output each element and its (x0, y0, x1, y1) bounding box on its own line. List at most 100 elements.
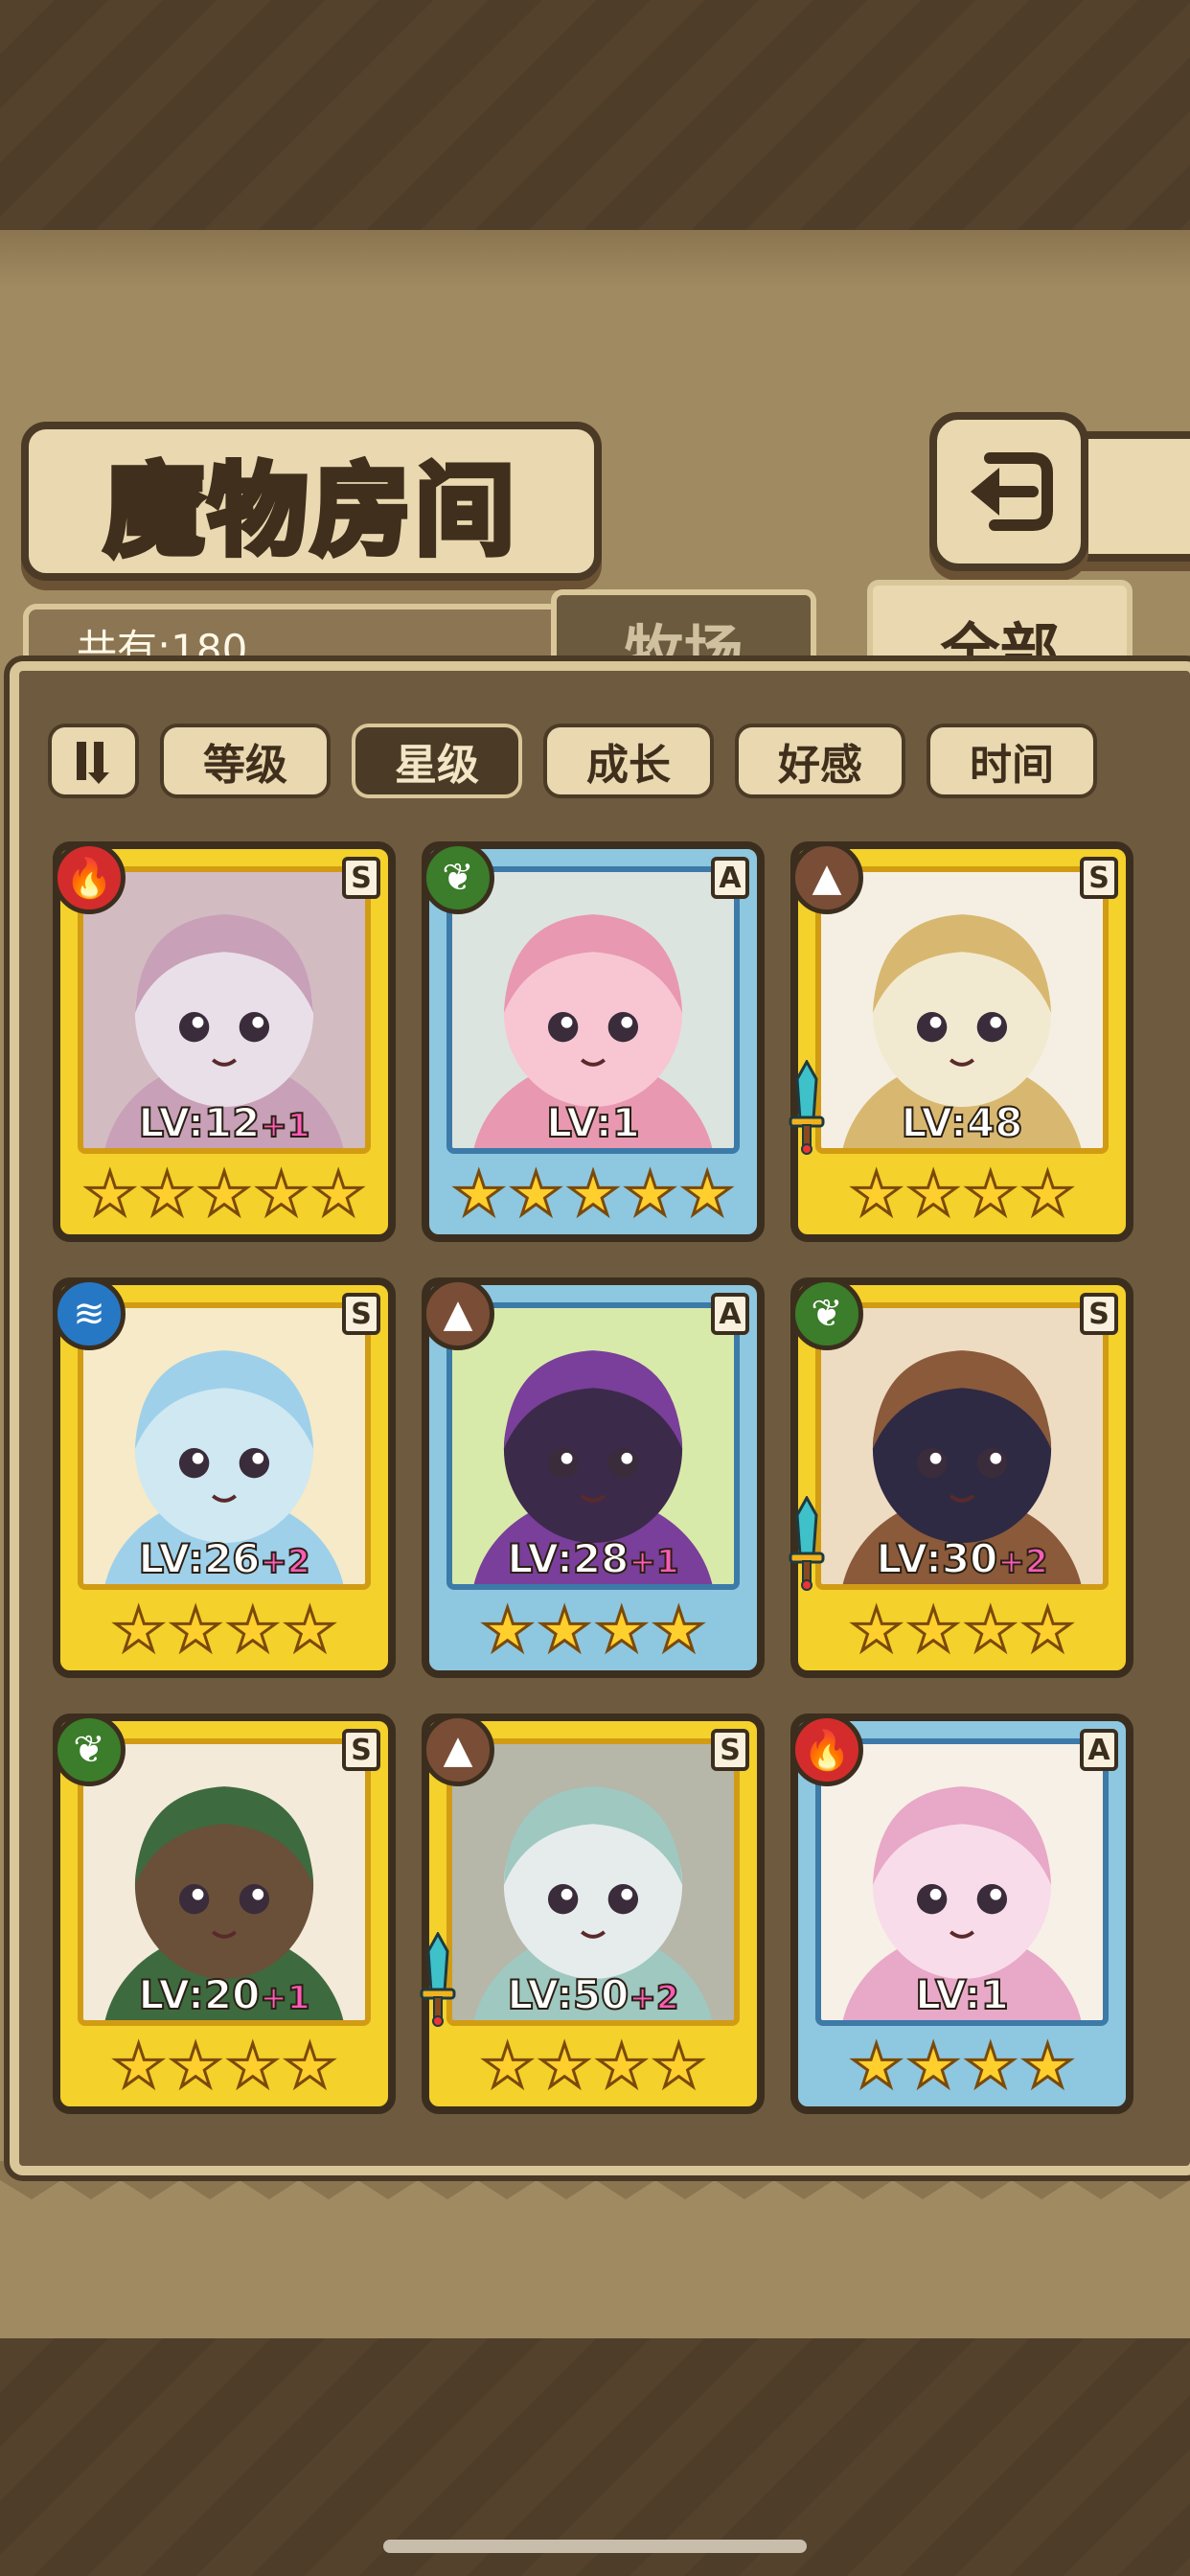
star-icon: ★ (565, 1158, 622, 1230)
monster-card[interactable]: ❦ S LV:30+2 ★ ★ ★ ★ (789, 1277, 1133, 1678)
level-bonus: +1 (628, 1542, 679, 1582)
rank-badge: S (342, 1729, 380, 1771)
sort-time-label: 时间 (970, 741, 1054, 790)
sort-bar: 等级 星级 成长 好感 时间 (48, 724, 1150, 800)
monster-card[interactable]: ▲ A LV:28+1 ★ ★ ★ ★ (422, 1277, 765, 1678)
rank-badge: S (342, 857, 380, 899)
star-rating: ★ ★ ★ ★ ★ (429, 1158, 757, 1230)
monster-level: LV:12+1 (60, 1098, 388, 1147)
sword-icon (789, 1060, 825, 1155)
star-icon: ★ (963, 2030, 1019, 2102)
star-icon: ★ (168, 2030, 224, 2102)
sort-star-label: 星级 (395, 741, 479, 790)
star-icon: ★ (168, 1594, 224, 1666)
star-icon: ★ (282, 2030, 338, 2102)
water-element-icon: ≋ (53, 1277, 126, 1350)
star-icon: ★ (905, 1158, 962, 1230)
star-icon: ★ (622, 1158, 678, 1230)
title-plate: 魔物房间 (21, 422, 602, 581)
monster-level: LV:50+2 (429, 1970, 757, 2019)
star-icon: ★ (110, 2030, 167, 2102)
sort-growth-button[interactable]: 成长 (543, 724, 714, 798)
monster-card[interactable]: 🔥 S LV:12+1 ★ ★ ★ ★ ★ (53, 841, 396, 1242)
sort-affection-button[interactable]: 好感 (735, 724, 905, 798)
home-indicator[interactable] (383, 2540, 807, 2553)
fire-element-icon: 🔥 (790, 1714, 863, 1786)
rank-badge: S (711, 1729, 749, 1771)
level-text: LV:12 (138, 1098, 262, 1147)
rank-badge: S (1080, 1293, 1118, 1335)
earth-element-icon: ▲ (422, 1277, 494, 1350)
level-text: LV:1 (545, 1098, 641, 1147)
star-rating: ★ ★ ★ ★ (798, 2030, 1126, 2102)
back-arrow-icon (971, 452, 1053, 531)
monster-card[interactable]: ❦ S LV:20+1 ★ ★ ★ ★ (53, 1714, 396, 2114)
earth-element-icon: ▲ (790, 841, 863, 914)
sword-icon (420, 1932, 456, 2027)
level-bonus: +1 (259, 1978, 310, 2018)
star-icon: ★ (110, 1594, 167, 1666)
earth-element-icon: ▲ (422, 1714, 494, 1786)
star-rating: ★ ★ ★ ★ (60, 2030, 388, 2102)
star-icon: ★ (479, 2030, 536, 2102)
star-rating: ★ ★ ★ ★ (60, 1594, 388, 1666)
monster-card[interactable]: ▲ S LV:48 ★ ★ ★ ★ (789, 841, 1133, 1242)
leaf-element-icon: ❦ (422, 841, 494, 914)
sort-star-button[interactable]: 星级 (352, 724, 522, 798)
monster-level: LV:1 (798, 1970, 1126, 2019)
level-text: LV:26 (138, 1534, 262, 1583)
monster-card[interactable]: ≋ S LV:26+2 ★ ★ ★ ★ (53, 1277, 396, 1678)
star-icon: ★ (537, 2030, 593, 2102)
leaf-element-icon: ❦ (790, 1277, 863, 1350)
level-bonus: +2 (996, 1542, 1048, 1582)
level-text: LV:50 (507, 1970, 630, 2019)
star-icon: ★ (451, 1158, 508, 1230)
sort-direction-icon (76, 742, 109, 784)
star-icon: ★ (848, 1594, 904, 1666)
star-icon: ★ (651, 2030, 707, 2102)
star-icon: ★ (848, 2030, 904, 2102)
star-icon: ★ (594, 1594, 651, 1666)
sort-level-button[interactable]: 等级 (160, 724, 331, 798)
star-icon: ★ (508, 1158, 564, 1230)
star-icon: ★ (651, 1594, 707, 1666)
monster-level: LV:48 (798, 1098, 1126, 1147)
level-bonus: +2 (259, 1542, 310, 1582)
star-icon: ★ (594, 2030, 651, 2102)
sword-icon (789, 1496, 825, 1591)
star-icon: ★ (225, 1594, 282, 1666)
top-background (0, 0, 1190, 230)
sort-toggle-button[interactable] (48, 724, 139, 798)
star-icon: ★ (225, 2030, 282, 2102)
sort-level-label: 等级 (203, 741, 287, 790)
star-rating: ★ ★ ★ ★ ★ (60, 1158, 388, 1230)
star-icon: ★ (1019, 1594, 1076, 1666)
fire-element-icon: 🔥 (53, 841, 126, 914)
level-text: LV:48 (901, 1098, 1024, 1147)
level-text: LV:28 (507, 1534, 630, 1583)
star-icon: ★ (253, 1158, 309, 1230)
monster-level: LV:1 (429, 1098, 757, 1147)
star-icon: ★ (905, 2030, 962, 2102)
sort-growth-label: 成长 (586, 741, 671, 790)
star-icon: ★ (848, 1158, 904, 1230)
star-icon: ★ (537, 1594, 593, 1666)
level-text: LV:20 (138, 1970, 262, 2019)
star-icon: ★ (139, 1158, 195, 1230)
star-icon: ★ (1019, 2030, 1076, 2102)
level-text: LV:30 (876, 1534, 999, 1583)
star-icon: ★ (479, 1594, 536, 1666)
star-icon: ★ (196, 1158, 253, 1230)
rank-badge: S (1080, 857, 1118, 899)
star-icon: ★ (1019, 1158, 1076, 1230)
monster-level: LV:30+2 (798, 1534, 1126, 1583)
monster-card[interactable]: ❦ A LV:1 ★ ★ ★ ★ ★ (422, 841, 765, 1242)
monster-level: LV:26+2 (60, 1534, 388, 1583)
sort-time-button[interactable]: 时间 (927, 724, 1097, 798)
monster-card[interactable]: 🔥 A LV:1 ★ ★ ★ ★ (790, 1714, 1133, 2114)
sort-affection-label: 好感 (778, 741, 862, 790)
monster-card[interactable]: ▲ S LV:50+2 ★ ★ ★ ★ (420, 1714, 765, 2114)
star-rating: ★ ★ ★ ★ (798, 1594, 1126, 1666)
star-rating: ★ ★ ★ ★ (429, 2030, 757, 2102)
back-button[interactable] (929, 412, 1088, 571)
